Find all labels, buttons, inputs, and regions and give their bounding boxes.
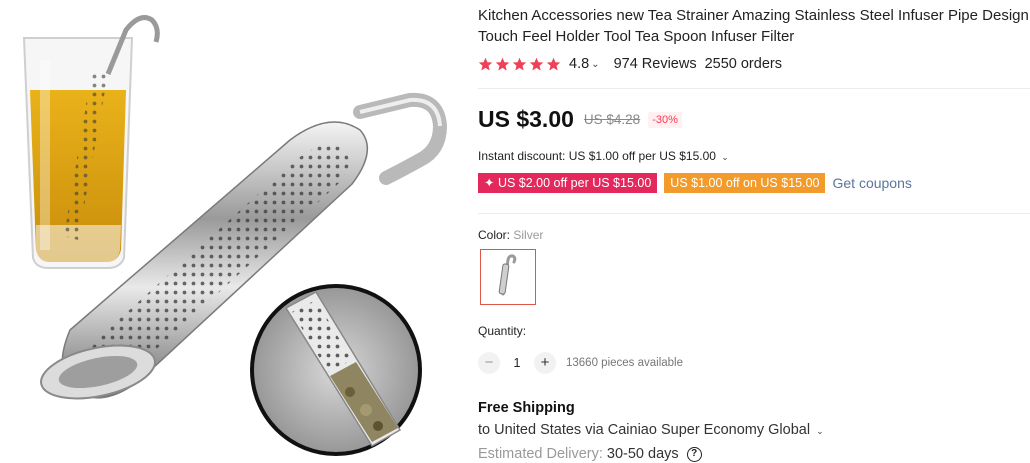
coupon-badge-red[interactable]: ✦ US $2.00 off per US $15.00	[478, 173, 658, 193]
shipping-title: Free Shipping	[478, 400, 575, 416]
discount-badge: -30%	[648, 111, 682, 128]
instant-discount[interactable]: Instant discount: US $1.00 off per US $1…	[478, 149, 729, 163]
orders-count: 2550 orders	[704, 56, 782, 72]
star-icon	[495, 57, 510, 70]
color-label: Color: Silver	[478, 228, 543, 242]
get-coupons-link[interactable]: Get coupons	[832, 175, 911, 191]
delivery-days: 30-50 days	[606, 446, 679, 462]
star-icon	[478, 57, 493, 70]
stock-available: 13660 pieces available	[566, 357, 684, 369]
tea-glass-image	[22, 15, 160, 269]
shipping-route[interactable]: to United States via Cainiao Super Econo…	[478, 422, 824, 438]
zoom-detail-image	[250, 284, 422, 456]
instant-discount-text: Instant discount: US $1.00 off per US $1…	[478, 149, 716, 163]
divider	[478, 88, 1030, 89]
current-price: US $3.00	[478, 106, 574, 132]
original-price: US $4.28	[583, 112, 641, 127]
shipping-route-text: to United States via Cainiao Super Econo…	[478, 422, 811, 438]
quantity-label: Quantity:	[478, 324, 527, 338]
quantity-stepper: − 1 + 13660 pieces available	[478, 352, 683, 374]
rating-value[interactable]: 4.8	[569, 56, 589, 72]
star-icon	[546, 57, 561, 70]
infuser-thumbnail-icon	[498, 254, 517, 296]
plus-icon[interactable]: +	[534, 352, 556, 374]
price-row: US $3.00 US $4.28 -30%	[478, 106, 682, 133]
reviews-link[interactable]: 974 Reviews	[614, 56, 697, 72]
rating-row: 4.8 ⌄ 974 Reviews 2550 orders	[478, 54, 782, 74]
color-label-text: Color:	[478, 228, 511, 242]
product-details: Kitchen Accessories new Tea Strainer Ama…	[478, 0, 1030, 463]
color-swatch-silver[interactable]	[480, 249, 536, 305]
chevron-down-icon[interactable]: ⌄	[816, 426, 824, 437]
delivery-label: Estimated Delivery:	[478, 446, 603, 462]
star-icon	[512, 57, 527, 70]
divider	[478, 213, 1030, 214]
coupon-badge-orange[interactable]: US $1.00 off on US $15.00	[664, 173, 826, 193]
product-title: Kitchen Accessories new Tea Strainer Ama…	[478, 7, 1029, 45]
star-icon	[529, 57, 544, 70]
estimated-delivery: Estimated Delivery: 30-50 days ?	[478, 446, 702, 462]
rating-stars	[478, 57, 561, 72]
chevron-down-icon[interactable]: ⌄	[591, 59, 599, 70]
color-value: Silver	[513, 228, 544, 242]
quantity-input[interactable]: 1	[500, 356, 534, 370]
minus-icon[interactable]: −	[478, 352, 500, 374]
help-icon[interactable]: ?	[686, 446, 702, 462]
coupons-row: ✦ US $2.00 off per US $15.00 US $1.00 of…	[478, 173, 912, 193]
product-image[interactable]	[0, 0, 462, 463]
chevron-down-icon[interactable]: ⌄	[721, 152, 729, 163]
